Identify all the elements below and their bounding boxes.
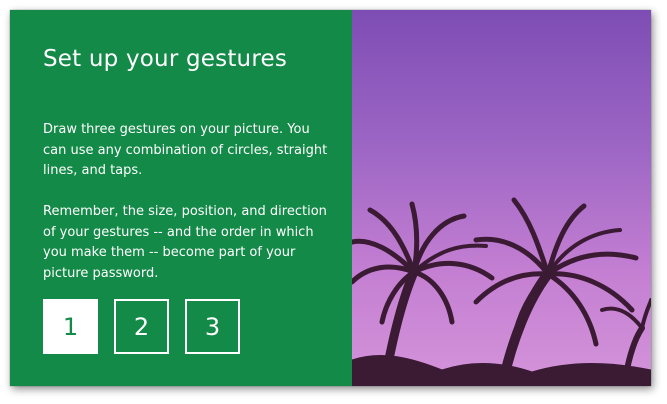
gesture-picture-area[interactable] (352, 10, 651, 386)
gesture-progress: 1 2 3 (43, 299, 240, 354)
page-title: Set up your gestures (43, 46, 288, 72)
instruction-text-2: Remember, the size, position, and direct… (43, 204, 327, 281)
gesture-box-1: 1 (43, 299, 98, 354)
palm-trees-image (352, 197, 651, 386)
instructions-panel: Set up your gestures Draw three gestures… (10, 10, 352, 386)
gesture-box-3: 3 (185, 299, 240, 354)
gesture-box-2: 2 (114, 299, 169, 354)
picture-password-window: Set up your gestures Draw three gestures… (10, 10, 651, 386)
instruction-text-1: Draw three gestures on your picture. You… (43, 122, 328, 178)
